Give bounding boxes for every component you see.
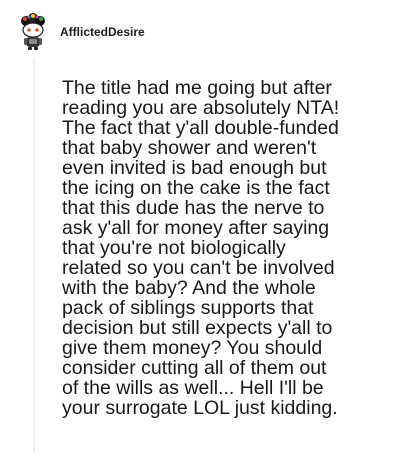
comment-line: even invited is bad enough but xyxy=(62,157,327,179)
user-avatar[interactable] xyxy=(18,13,48,51)
comment-line: that baby shower and weren't xyxy=(62,137,317,159)
comment-line: ask y'all for money after saying xyxy=(62,217,330,239)
comment-line: with the baby? And the whole xyxy=(62,277,316,299)
comment-line: related so you can't be involved xyxy=(62,257,335,279)
comment-line: your surrogate LOL just kidding. xyxy=(62,397,338,419)
thread-line[interactable] xyxy=(33,58,35,452)
comment-line: pack of siblings supports that xyxy=(62,297,314,319)
comment-line: of the wills as well... Hell I'll be xyxy=(62,377,324,399)
comment-line: The title had me going but after xyxy=(62,77,332,99)
comment-line: The fact that y'all double-funded xyxy=(62,117,339,139)
comment-line: that this dude has the nerve to xyxy=(62,197,325,219)
comment-author[interactable]: AfflictedDesire xyxy=(60,25,145,39)
snoo-avatar-icon xyxy=(21,13,45,50)
comment-line: consider cutting all of them out xyxy=(62,357,327,379)
comment-line: that you're not biologically xyxy=(62,237,286,259)
comment-body: The title had me going but after reading… xyxy=(62,78,362,418)
comment-line: the icing on the cake is the fact xyxy=(62,177,330,199)
comment-line: decision but still expects y'all to xyxy=(62,317,333,339)
comment: AfflictedDesire The title had me going b… xyxy=(0,0,400,467)
comment-line: give them money? You should xyxy=(62,337,323,359)
comment-line: reading you are absolutely NTA! xyxy=(62,97,340,119)
